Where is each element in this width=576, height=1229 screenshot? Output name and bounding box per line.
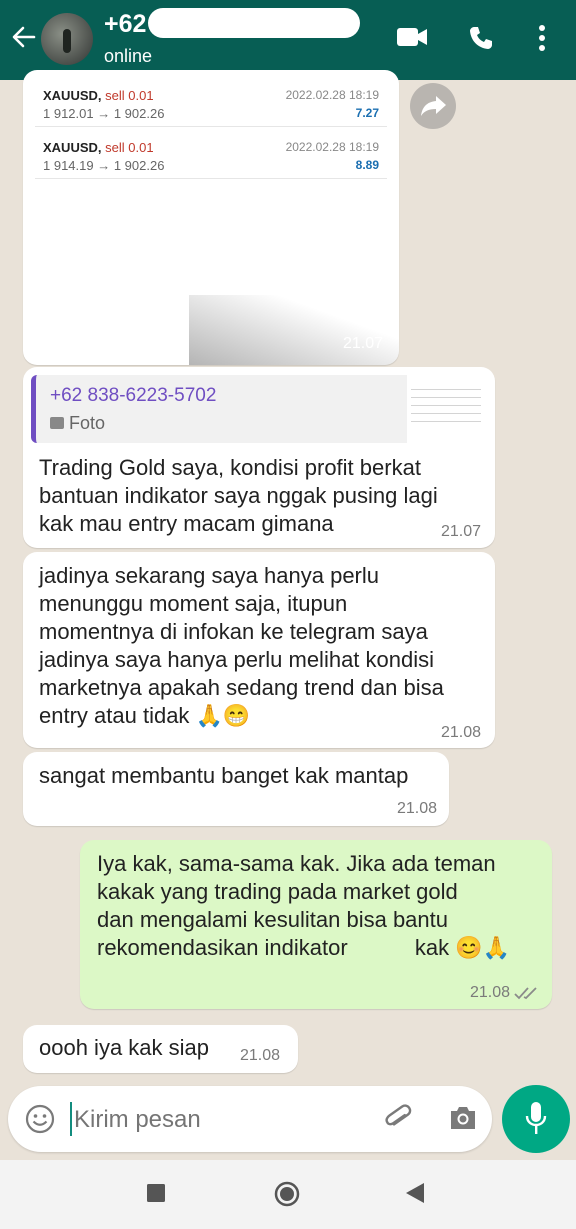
message-time: 21.08	[240, 1047, 281, 1064]
outgoing-message[interactable]: Iya kak, sama-sama kak. Jika ada teman k…	[80, 840, 552, 1009]
message-time: 21.08	[396, 800, 437, 817]
message-line: marketnya apakah sedang trend dan bisa	[39, 675, 444, 700]
trade-date: 2022.02.28 18:19	[285, 140, 379, 154]
arrow-left-icon[interactable]	[10, 24, 36, 54]
message-text: oooh iya kak siap	[39, 1035, 209, 1060]
trade-side: sell 0.01	[105, 140, 154, 155]
message-text: jadinya sekarang saya hanya perlu menung…	[39, 562, 444, 730]
system-navigation-bar	[0, 1160, 576, 1229]
redacted-name-block	[148, 8, 360, 38]
message-line: entry atau tidak 🙏😁	[39, 703, 251, 728]
message-line: bantuan indikator saya nggak pusing lagi	[39, 483, 438, 508]
message-line: momentnya di infokan ke telegram saya	[39, 619, 428, 644]
trade-symbol: XAUUSD,	[43, 88, 102, 103]
message-line: jadinya sekarang saya hanya perlu	[39, 563, 380, 588]
recents-icon[interactable]	[147, 1184, 165, 1207]
phone-icon[interactable]	[468, 25, 494, 51]
message-text: Trading Gold saya, kondisi profit berkat…	[39, 454, 438, 538]
incoming-message[interactable]: oooh iya kak siap 21.08	[23, 1025, 298, 1073]
trade-prices: 1 912.01 → 1 902.26	[43, 106, 165, 121]
image-message[interactable]: XAUUSD, sell 0.01 1 912.01 → 1 902.26 20…	[23, 70, 399, 365]
quoted-thumbnail	[407, 375, 487, 443]
message-line: jadinya saya hanya perlu melihat kondisi	[39, 647, 435, 672]
trade-row: XAUUSD, sell 0.01 1 914.19 → 1 902.26 20…	[35, 132, 387, 179]
trade-side: sell 0.01	[105, 88, 154, 103]
message-text: sangat membantu banget kak mantap	[39, 763, 409, 788]
message-line: rekomendasikan indikator kak 😊🙏	[97, 935, 511, 960]
message-time: 21.07	[342, 335, 383, 352]
message-line: Iya kak, sama-sama kak. Jika ada teman	[97, 851, 496, 876]
forward-icon[interactable]	[410, 83, 456, 129]
message-line: kak mau entry macam gimana	[39, 511, 334, 536]
message-text: Iya kak, sama-sama kak. Jika ada teman k…	[97, 850, 510, 962]
back-icon[interactable]	[405, 1182, 425, 1209]
trade-profit: 8.89	[355, 158, 379, 172]
photo-icon	[50, 417, 64, 429]
message-composer	[8, 1086, 492, 1152]
double-check-icon	[514, 985, 540, 1006]
message-time: 21.08	[469, 984, 510, 1001]
message-time: 21.07	[440, 523, 481, 540]
message-line: kakak yang trading pada market gold	[97, 879, 458, 904]
quoted-message[interactable]: +62 838-6223-5702 Foto	[31, 375, 416, 443]
message-line: Trading Gold saya, kondisi profit berkat	[39, 455, 421, 480]
trade-row: XAUUSD, sell 0.01 1 912.01 → 1 902.26 20…	[35, 80, 387, 127]
image-shade	[189, 295, 399, 365]
video-call-icon[interactable]	[396, 26, 428, 48]
camera-icon[interactable]	[448, 1104, 478, 1137]
chat-header: +62 online	[0, 0, 576, 80]
message-line: dan mengalami kesulitan bisa bantu	[97, 907, 449, 932]
trade-symbol: XAUUSD,	[43, 140, 102, 155]
more-vert-icon[interactable]	[536, 24, 548, 52]
trade-date: 2022.02.28 18:19	[285, 88, 379, 102]
quoted-sender: +62 838-6223-5702	[50, 385, 217, 406]
message-time: 21.08	[440, 724, 481, 741]
mic-icon	[524, 1101, 548, 1142]
avatar[interactable]	[41, 13, 93, 65]
home-icon[interactable]	[273, 1180, 301, 1213]
attach-icon[interactable]	[382, 1102, 414, 1141]
emoji-icon[interactable]	[24, 1103, 56, 1140]
incoming-message[interactable]: jadinya sekarang saya hanya perlu menung…	[23, 552, 495, 748]
quoted-type: Foto	[69, 413, 106, 433]
trade-profit: 7.27	[355, 106, 379, 120]
contact-status: online	[104, 46, 153, 66]
reply-message[interactable]: +62 838-6223-5702 Foto Trading Gold saya…	[23, 367, 495, 548]
message-input[interactable]	[72, 1102, 376, 1138]
trade-prices: 1 914.19 → 1 902.26	[43, 158, 165, 173]
contact-name[interactable]: +62	[104, 10, 146, 39]
incoming-message[interactable]: sangat membantu banget kak mantap 21.08	[23, 752, 449, 826]
mic-button[interactable]	[502, 1085, 570, 1153]
message-line: menunggu moment saja, itupun	[39, 591, 348, 616]
